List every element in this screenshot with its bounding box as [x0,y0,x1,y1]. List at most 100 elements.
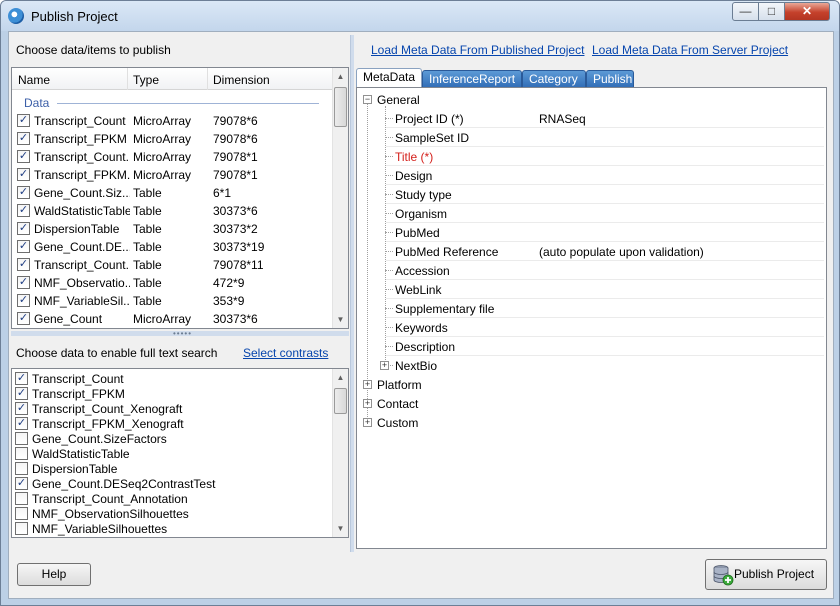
list-item[interactable]: ✓ Transcript_FPKM_Xenograft [12,416,332,431]
list-item-checkbox[interactable]: ✓ [15,372,28,385]
row-checkbox[interactable]: ✓ [17,312,30,325]
list-item[interactable]: WaldStatisticTable [12,446,332,461]
list-item[interactable]: NMF_VariableSilhouettes [12,521,332,536]
table-row[interactable]: ✓ Transcript_FPKM MicroArray 79078*6 [12,129,332,147]
row-checkbox[interactable]: ✓ [17,294,30,307]
row-checkbox[interactable]: ✓ [17,114,30,127]
table-row[interactable]: ✓ DispersionTable Table 30373*2 [12,219,332,237]
row-checkbox[interactable]: ✓ [17,258,30,271]
table-row[interactable]: ✓ Gene_Count.Siz... Table 6*1 [12,183,332,201]
list-item-checkbox[interactable]: ✓ [15,477,28,490]
row-checkbox[interactable]: ✓ [17,150,30,163]
list-item-checkbox[interactable]: ✓ [15,402,28,415]
scroll-down-arrow-icon[interactable]: ▼ [333,520,348,537]
list-item-checkbox[interactable]: ✓ [15,417,28,430]
list-item[interactable]: DispersionTable [12,461,332,476]
list-item[interactable]: Gene_Count.SizeFactors [12,431,332,446]
metadata-field-row[interactable]: PubMed Reference (auto populate upon vali… [357,242,825,261]
tab-publish[interactable]: Publish [586,70,634,88]
list-item[interactable]: ✓ Transcript_Count [12,371,332,386]
metadata-field-row[interactable]: Accession [357,261,825,280]
metadata-field-row[interactable]: Title (*) [357,147,825,166]
tree-node-platform[interactable]: + Platform [357,375,825,394]
expand-icon[interactable]: + [380,361,389,370]
metadata-field-row[interactable]: SampleSet ID [357,128,825,147]
metadata-field-row[interactable]: Design [357,166,825,185]
scroll-down-arrow-icon[interactable]: ▼ [333,311,348,328]
scroll-thumb[interactable] [334,388,347,414]
row-checkbox[interactable]: ✓ [17,222,30,235]
list-item[interactable]: ✓ Transcript_FPKM [12,386,332,401]
scroll-thumb[interactable] [334,87,347,127]
list-item-checkbox[interactable] [15,447,28,460]
row-checkbox[interactable]: ✓ [17,276,30,289]
minimize-button[interactable]: — [732,2,759,21]
row-checkbox[interactable]: ✓ [17,240,30,253]
table-row[interactable]: ✓ Gene_Count.DE... Table 30373*19 [12,237,332,255]
tab-category[interactable]: Category [522,70,586,88]
collapse-icon[interactable]: − [363,95,372,104]
expand-icon[interactable]: + [363,418,372,427]
title-bar[interactable]: Publish Project — □ ✕ [1,1,839,31]
metadata-field-row[interactable]: WebLink [357,280,825,299]
table-row[interactable]: ✓ Transcript_Count... MicroArray 79078*1 [12,147,332,165]
list-item-checkbox[interactable] [15,507,28,520]
close-button[interactable]: ✕ [784,2,830,21]
maximize-button[interactable]: □ [758,2,785,21]
metadata-field-row[interactable]: Organism [357,204,825,223]
metadata-field-row[interactable]: Keywords [357,318,825,337]
tab-inference-report[interactable]: InferenceReport [422,70,522,88]
list-item[interactable]: Transcript_Count_Annotation [12,491,332,506]
metadata-field-row[interactable]: Study type [357,185,825,204]
column-header-type[interactable]: Type [133,73,159,87]
scroll-up-arrow-icon[interactable]: ▲ [333,369,348,386]
row-type: Table [133,222,162,236]
horizontal-splitter[interactable]: ••••• [11,330,349,338]
tree-node-nextbio[interactable]: + NextBio [357,356,825,375]
metadata-field-value[interactable]: RNASeq [539,112,586,126]
grid-scrollbar[interactable]: ▲ ▼ [332,68,348,328]
metadata-field-row[interactable]: Project ID (*) RNASeq [357,109,825,128]
tree-node-custom[interactable]: + Custom [357,413,825,432]
column-divider[interactable] [207,68,208,90]
load-server-metadata-link[interactable]: Load Meta Data From Server Project [592,43,788,57]
table-row[interactable]: ✓ Transcript_Count MicroArray 79078*6 [12,111,332,129]
list-item-checkbox[interactable] [15,522,28,535]
column-header-name[interactable]: Name [18,73,50,87]
list-item[interactable]: NMF_ObservationSilhouettes [12,506,332,521]
list-item-checkbox[interactable] [15,462,28,475]
list-item-checkbox[interactable] [15,492,28,505]
table-row[interactable]: ✓ NMF_Observatio... Table 472*9 [12,273,332,291]
tab-metadata[interactable]: MetaData [356,68,422,89]
publish-project-button[interactable]: Publish Project [705,559,827,590]
help-button[interactable]: Help [17,563,91,586]
expand-icon[interactable]: + [363,399,372,408]
select-contrasts-link[interactable]: Select contrasts [243,346,328,360]
tree-node-contact[interactable]: + Contact [357,394,825,413]
search-list-scrollbar[interactable]: ▲ ▼ [332,369,348,537]
metadata-field-value[interactable]: (auto populate upon validation) [539,245,704,259]
load-published-metadata-link[interactable]: Load Meta Data From Published Project [371,43,584,57]
row-checkbox[interactable]: ✓ [17,204,30,217]
tree-node-general[interactable]: − General [357,90,825,109]
metadata-field-row[interactable]: PubMed [357,223,825,242]
row-checkbox[interactable]: ✓ [17,186,30,199]
row-checkbox[interactable]: ✓ [17,132,30,145]
table-row[interactable]: ✓ NMF_VariableSil... Table 353*9 [12,291,332,309]
column-header-dimension[interactable]: Dimension [213,73,270,87]
metadata-field-row[interactable]: Supplementary file [357,299,825,318]
row-checkbox[interactable]: ✓ [17,168,30,181]
list-item-checkbox[interactable] [15,432,28,445]
table-row[interactable]: ✓ Gene_Count MicroArray 30373*6 [12,309,332,327]
list-item-checkbox[interactable]: ✓ [15,387,28,400]
table-row[interactable]: ✓ Transcript_Count... Table 79078*11 [12,255,332,273]
table-row[interactable]: ✓ Transcript_FPKM... MicroArray 79078*1 [12,165,332,183]
scroll-up-arrow-icon[interactable]: ▲ [333,68,348,85]
list-item[interactable]: ✓ Transcript_Count_Xenograft [12,401,332,416]
table-row[interactable]: ✓ WaldStatisticTable Table 30373*6 [12,201,332,219]
expand-icon[interactable]: + [363,380,372,389]
column-divider[interactable] [127,68,128,90]
list-item[interactable]: ✓ Gene_Count.DESeq2ContrastTest [12,476,332,491]
vertical-splitter[interactable] [350,35,354,552]
metadata-field-row[interactable]: Description [357,337,825,356]
